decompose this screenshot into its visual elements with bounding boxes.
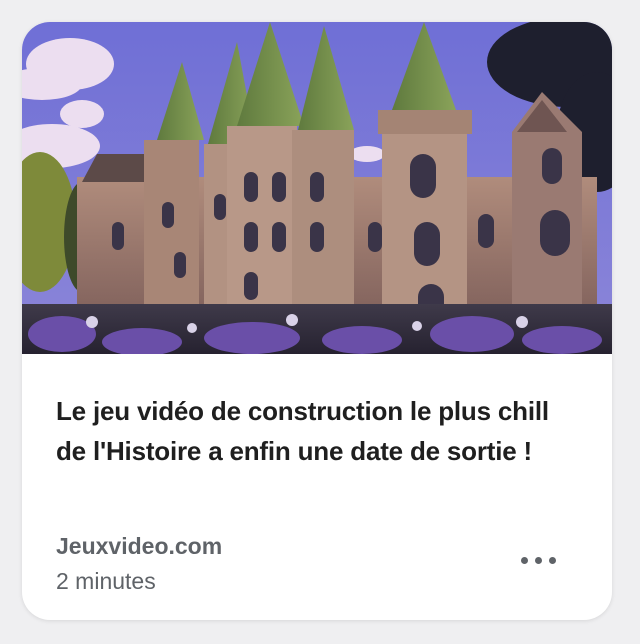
article-card[interactable]: Le jeu vidéo de construction le plus chi… bbox=[22, 22, 612, 620]
more-horizontal-icon bbox=[534, 556, 542, 564]
more-horizontal-icon bbox=[548, 556, 556, 564]
article-read-time: 2 minutes bbox=[56, 568, 156, 594]
article-headline[interactable]: Le jeu vidéo de construction le plus chi… bbox=[56, 391, 576, 471]
more-horizontal-icon bbox=[520, 556, 528, 564]
article-source: Jeuxvideo.com bbox=[56, 533, 223, 559]
article-thumbnail[interactable] bbox=[22, 22, 612, 354]
more-options-button[interactable] bbox=[508, 542, 568, 578]
